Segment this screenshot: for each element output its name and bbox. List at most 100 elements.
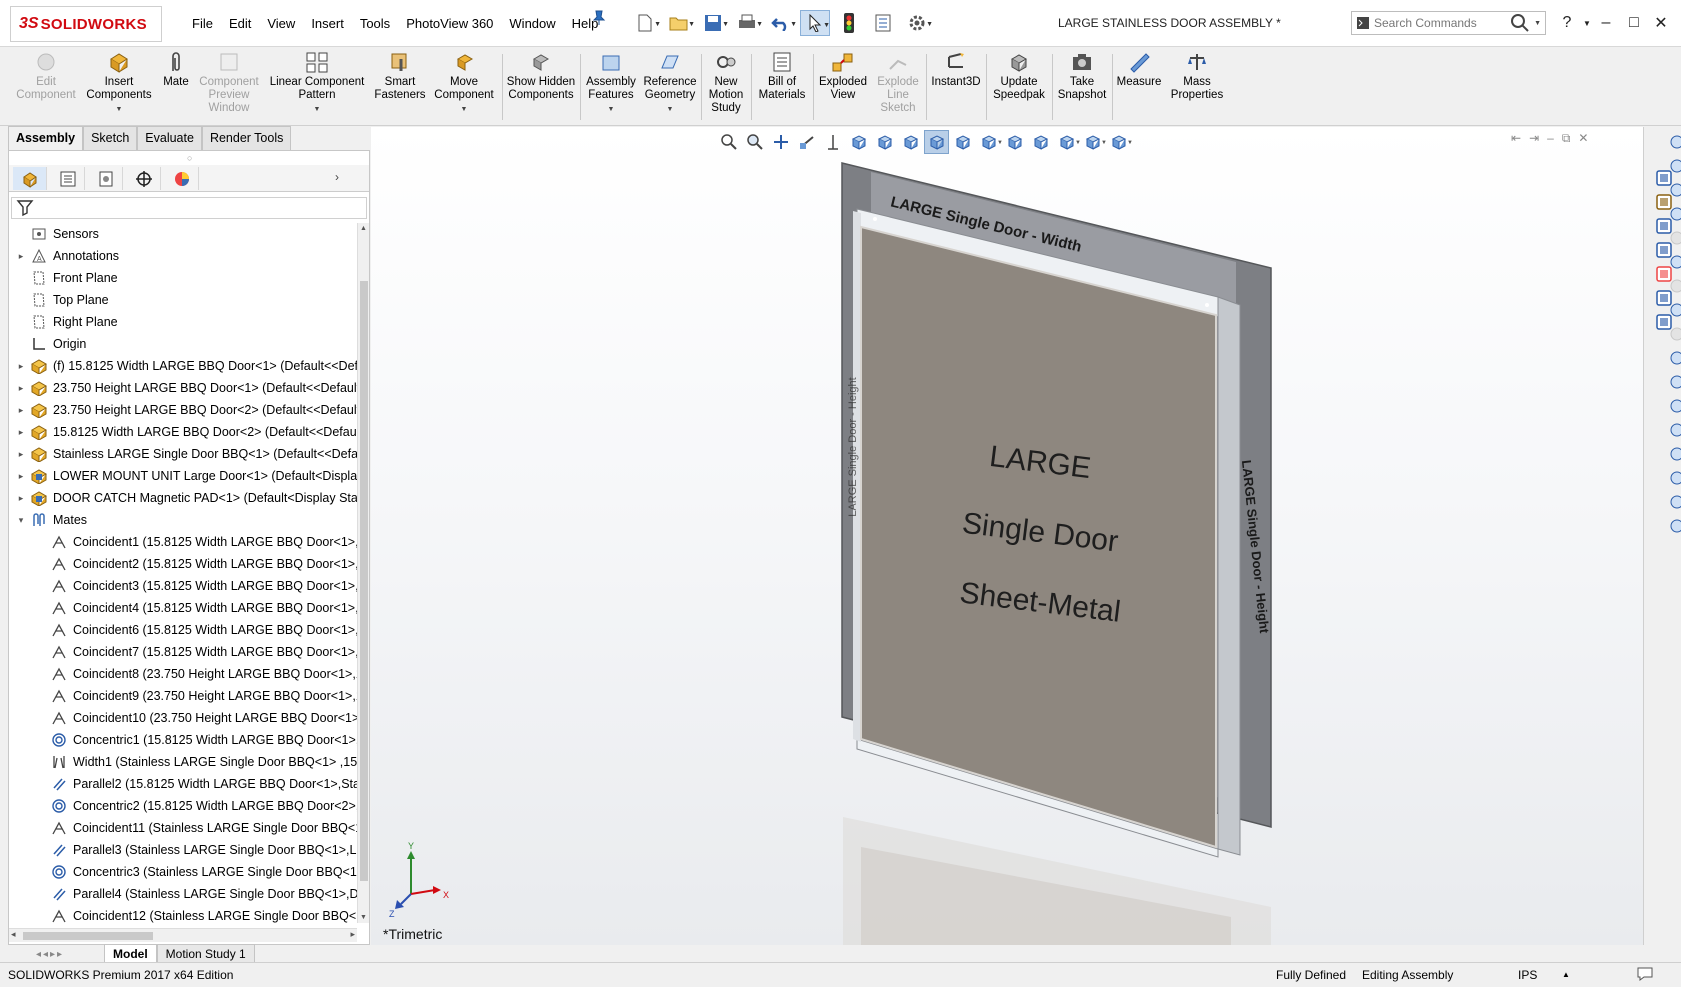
reference-geometry-dropdown-icon[interactable]: ▼	[667, 103, 674, 116]
tree-item[interactable]: ▾ Mates	[9, 509, 357, 531]
filter-icon[interactable]	[16, 199, 36, 217]
mate-tree-item[interactable]: Coincident2 (15.8125 Width LARGE BBQ Doo…	[9, 553, 357, 575]
mate-tree-item[interactable]: Width1 (Stainless LARGE Single Door BBQ<…	[9, 751, 357, 773]
doc-icon[interactable]	[1666, 395, 1681, 417]
units-selector[interactable]: IPS	[1518, 968, 1537, 982]
mate-tree-item[interactable]: Coincident9 (23.750 Height LARGE BBQ Doo…	[9, 685, 357, 707]
disabled-tool-icon[interactable]	[1666, 227, 1681, 249]
configuration-manager-tab-icon[interactable]	[89, 167, 123, 190]
menu-tools[interactable]: Tools	[352, 14, 398, 33]
tab-scroll-arrows-icon[interactable]: ◂◂▸▸	[8, 949, 104, 960]
maximize-icon[interactable]: □	[1621, 10, 1647, 36]
take-snapshot-button[interactable]: Take Snapshot	[1054, 50, 1110, 102]
expand-toggle-icon[interactable]: ▸	[15, 251, 27, 262]
tree-scroll-thumb[interactable]	[360, 281, 368, 881]
expand-toggle-icon[interactable]: ▸	[15, 449, 27, 460]
expand-toggle-icon[interactable]: ▾	[15, 515, 27, 526]
check-icon[interactable]	[1666, 467, 1681, 489]
smart-fasteners-button[interactable]: Smart Fasteners	[372, 50, 428, 102]
instant3d-button[interactable]: Instant3D	[928, 50, 984, 89]
mate-tree-item[interactable]: Parallel4 (Stainless LARGE Single Door B…	[9, 883, 357, 905]
disabled-tool-icon[interactable]	[1666, 323, 1681, 345]
tree-item[interactable]: Front Plane	[9, 267, 357, 289]
tab-assembly[interactable]: Assembly	[8, 126, 84, 150]
assembly-features-dropdown-icon[interactable]: ▼	[608, 103, 615, 116]
tab-model[interactable]: Model	[104, 944, 157, 964]
move-component-button[interactable]: Move Component ▼	[430, 50, 498, 116]
settings-icon[interactable]	[1666, 443, 1681, 465]
tree-horizontal-scrollbar[interactable]: ◂ ▸	[9, 928, 357, 942]
tree-vertical-scrollbar[interactable]: ▲ ▼	[357, 223, 369, 923]
expand-toggle-icon[interactable]: ▸	[15, 405, 27, 416]
new-document-icon[interactable]: ▼	[630, 10, 661, 36]
mate-button[interactable]: Mate	[158, 50, 194, 89]
mate-tree-item[interactable]: Coincident3 (15.8125 Width LARGE BBQ Doo…	[9, 575, 357, 597]
solidworks-logo[interactable]: 3S SOLIDWORKS	[10, 6, 162, 42]
tab-evaluate[interactable]: Evaluate	[137, 126, 202, 150]
insert-components-button[interactable]: Insert Components ▼	[84, 50, 154, 116]
scale-icon[interactable]	[1666, 299, 1681, 321]
open-folder-icon[interactable]: ▼	[664, 10, 695, 36]
disabled-tool-icon[interactable]	[1666, 275, 1681, 297]
mate-tree-item[interactable]: Concentric2 (15.8125 Width LARGE BBQ Doo…	[9, 795, 357, 817]
close-icon[interactable]: ✕	[1648, 10, 1674, 36]
tree-item[interactable]: ▸ 15.8125 Width LARGE BBQ Door<2> (Defaul…	[9, 421, 357, 443]
reference-geometry-button[interactable]: Reference Geometry ▼	[640, 50, 700, 116]
measure-button[interactable]: Measure	[1114, 50, 1164, 89]
edit-component-button[interactable]: Edit Component	[12, 50, 80, 102]
mate-tree-item[interactable]: Parallel2 (15.8125 Width LARGE BBQ Door<…	[9, 773, 357, 795]
assembly-features-button[interactable]: Assembly Features ▼	[582, 50, 640, 116]
select-cursor-icon[interactable]: ▼	[800, 10, 830, 36]
options-gear-icon[interactable]: ▼	[902, 10, 933, 36]
mate-tree-item[interactable]: Coincident4 (15.8125 Width LARGE BBQ Doo…	[9, 597, 357, 619]
mate-tree-item[interactable]: Coincident10 (23.750 Height LARGE BBQ Do…	[9, 707, 357, 729]
mate-tree-item[interactable]: Concentric3 (Stainless LARGE Single Door…	[9, 861, 357, 883]
tree-item[interactable]: ▸ 23.750 Height LARGE BBQ Door<1> (Defaul…	[9, 377, 357, 399]
menu-window[interactable]: Window	[501, 14, 563, 33]
tree-item[interactable]: Top Plane	[9, 289, 357, 311]
tree-item[interactable]: ▸ A Annotations	[9, 245, 357, 267]
move-component-dropdown-icon[interactable]: ▼	[461, 103, 468, 116]
expand-toggle-icon[interactable]: ▸	[15, 383, 27, 394]
mate-tree-item[interactable]: Coincident6 (15.8125 Width LARGE BBQ Doo…	[9, 619, 357, 641]
sum-icon[interactable]	[1666, 371, 1681, 393]
excel-icon[interactable]	[1666, 419, 1681, 441]
panel-collapse-handle[interactable]: ○	[187, 153, 192, 163]
mate-tree-item[interactable]: Parallel3 (Stainless LARGE Single Door B…	[9, 839, 357, 861]
expand-toggle-icon[interactable]: ▸	[15, 361, 27, 372]
tab-motion-study-1[interactable]: Motion Study 1	[156, 944, 255, 964]
linear-pattern-button[interactable]: Linear Component Pattern ▼	[266, 50, 368, 116]
mate-tree-item[interactable]: Concentric1 (15.8125 Width LARGE BBQ Doo…	[9, 729, 357, 751]
search-input[interactable]: Search Commands	[1374, 16, 1510, 30]
tab-sketch[interactable]: Sketch	[83, 126, 138, 150]
minimize-icon[interactable]: –	[1593, 10, 1619, 36]
tree-item[interactable]: ▸ (f) 15.8125 Width LARGE BBQ Door<1> (De…	[9, 355, 357, 377]
tree-item[interactable]: Right Plane	[9, 311, 357, 333]
menu-edit[interactable]: Edit	[221, 14, 259, 33]
menu-view[interactable]: View	[259, 14, 303, 33]
expand-toggle-icon[interactable]: ▸	[15, 427, 27, 438]
edit-sketch-icon[interactable]	[1666, 179, 1681, 201]
search-dropdown-icon[interactable]: ▼	[1534, 20, 1541, 27]
menu-photoview[interactable]: PhotoView 360	[398, 14, 501, 33]
mate-tree-item[interactable]: Coincident11 (Stainless LARGE Single Doo…	[9, 817, 357, 839]
scroll-down-icon[interactable]: ▼	[360, 914, 367, 921]
search-icon[interactable]	[1510, 13, 1530, 33]
update-speedpak-button[interactable]: Update Speedpak	[988, 50, 1050, 102]
exploded-view-button[interactable]: Exploded View	[815, 50, 871, 102]
expand-toggle-icon[interactable]: ▸	[15, 471, 27, 482]
tree-item[interactable]: ▸ DOOR CATCH Magnetic PAD<1> (Default<Dis…	[9, 487, 357, 509]
measure-tool-icon[interactable]	[1666, 155, 1681, 177]
tree-item[interactable]: ▸ LOWER MOUNT UNIT Large Door<1> (Default…	[9, 465, 357, 487]
mate-tree-item[interactable]: Coincident7 (15.8125 Width LARGE BBQ Doo…	[9, 641, 357, 663]
new-motion-study-button[interactable]: New Motion Study	[703, 50, 749, 115]
mate-tree-item[interactable]: Coincident12 (Stainless LARGE Single Doo…	[9, 905, 357, 923]
tree-hscroll-thumb[interactable]	[23, 932, 153, 940]
display-manager-tab-icon[interactable]	[165, 167, 199, 190]
tabs-expand-chevron-icon[interactable]: ›	[335, 170, 339, 184]
scroll-right-icon[interactable]: ▸	[350, 929, 355, 940]
mate-tree-item[interactable]: Coincident8 (23.750 Height LARGE BBQ Doo…	[9, 663, 357, 685]
save-icon[interactable]: ▼	[698, 10, 729, 36]
menu-file[interactable]: File	[184, 14, 221, 33]
tab-render-tools[interactable]: Render Tools	[201, 126, 292, 150]
